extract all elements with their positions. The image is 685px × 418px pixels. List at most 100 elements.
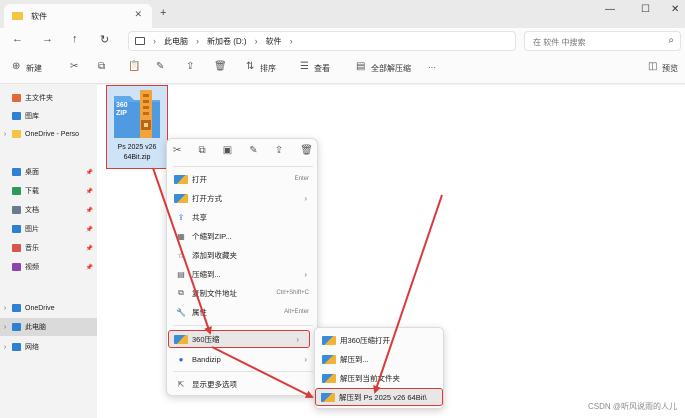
computer-icon xyxy=(135,37,145,45)
minimize-button[interactable]: — xyxy=(605,4,615,15)
tab-close-icon[interactable]: ✕ xyxy=(134,9,142,20)
chevron-right-icon[interactable]: › xyxy=(0,131,10,138)
close-window-button[interactable]: ✕ xyxy=(671,4,679,15)
chevron-right-icon[interactable]: › xyxy=(0,324,10,331)
menu-item-label: 用360压缩打开 xyxy=(340,335,391,345)
chevron-right-icon[interactable]: › xyxy=(0,344,10,351)
preview-button[interactable]: 预览 xyxy=(662,63,678,74)
cube-icon xyxy=(322,335,336,345)
refresh-button[interactable]: ↻ xyxy=(100,33,109,46)
paste-icon[interactable]: ▣ xyxy=(223,145,232,163)
menu-item-favorite[interactable]: ☆ 添加到收藏夹 xyxy=(169,246,317,264)
music-icon xyxy=(12,244,21,252)
extract-all-button[interactable]: 全部解压缩 xyxy=(371,63,411,74)
cut-icon[interactable]: ✂ xyxy=(70,61,78,72)
copy-icon[interactable]: ⧉ xyxy=(98,61,105,72)
menu-item-compress-zip[interactable]: ▦ 个缩到ZIP... xyxy=(169,227,317,245)
sort-button[interactable]: 排序 xyxy=(260,63,276,74)
submenu-item-extract-here[interactable]: 解压到当前文件夹 xyxy=(317,369,441,387)
share-icon[interactable]: ⇪ xyxy=(275,145,283,163)
more-button[interactable]: ··· xyxy=(428,63,436,72)
paste-icon[interactable]: 📋 xyxy=(128,61,140,72)
sidebar-item-downloads[interactable]: 下载 📌 xyxy=(0,182,97,200)
breadcrumb-software[interactable]: 软件 xyxy=(266,36,282,47)
sidebar-item-videos[interactable]: 视频 📌 xyxy=(0,258,97,276)
view-icon: ☰ xyxy=(300,61,309,72)
new-icon: ⊕ xyxy=(12,61,21,72)
rename-icon[interactable]: ✎ xyxy=(156,61,164,72)
menu-item-share[interactable]: ⇪ 共享 xyxy=(169,208,317,226)
chevron-right-icon[interactable]: › xyxy=(0,305,10,312)
sidebar-item-label: 图库 xyxy=(25,113,39,120)
menu-item-shortcut: Alt+Enter xyxy=(284,309,309,315)
search-input[interactable]: 在 软件 中搜索 ⌕ xyxy=(524,31,681,51)
rename-icon[interactable]: ✎ xyxy=(249,145,257,163)
menu-item-360-compress[interactable]: 360压缩 › xyxy=(168,330,310,348)
search-placeholder: 在 软件 中搜索 xyxy=(533,38,586,47)
maximize-button[interactable]: ☐ xyxy=(641,4,650,15)
menu-item-bandizip[interactable]: ● Bandizip › xyxy=(169,350,317,368)
network-icon xyxy=(12,343,21,351)
view-button[interactable]: 查看 xyxy=(314,63,330,74)
breadcrumb-this-pc[interactable]: 此电脑 xyxy=(164,36,188,47)
video-icon xyxy=(12,263,21,271)
chevron-right-icon: › xyxy=(304,269,307,279)
download-icon xyxy=(12,187,21,195)
more-options-icon: ⇱ xyxy=(177,379,185,389)
sidebar-item-gallery[interactable]: 图库 xyxy=(0,107,97,125)
watermark: CSDN @听风说雨的人儿 xyxy=(587,402,677,411)
menu-item-shortcut: Enter xyxy=(294,176,309,182)
sidebar-item-this-pc[interactable]: › 此电脑 xyxy=(0,318,97,336)
sidebar-item-pictures[interactable]: 图片 📌 xyxy=(0,220,97,238)
submenu-360-compress: 用360压缩打开 解压到... 解压到当前文件夹 解压到 Ps 2025 v26… xyxy=(314,327,444,409)
breadcrumb-separator: › xyxy=(196,36,199,46)
menu-item-open[interactable]: 打开 Enter xyxy=(169,170,317,188)
submenu-item-extract-to[interactable]: 解压到... xyxy=(317,350,441,368)
new-tab-button[interactable]: + xyxy=(160,7,166,19)
copy-icon[interactable]: ⧉ xyxy=(198,145,205,163)
sidebar-item-label: 音乐 xyxy=(25,245,39,252)
menu-item-label: 属性 xyxy=(192,307,207,317)
share-icon[interactable]: ⇪ xyxy=(186,61,194,72)
picture-icon xyxy=(12,225,21,233)
sidebar-item-home[interactable]: 主文件夹 xyxy=(0,89,97,107)
cut-icon[interactable]: ✂ xyxy=(173,145,181,163)
sidebar-item-documents[interactable]: 文档 📌 xyxy=(0,201,97,219)
menu-item-label: 360压缩 xyxy=(192,334,220,344)
menu-item-copy-path[interactable]: ⧉ 复制文件地址 Ctrl+Shift+C xyxy=(169,284,317,302)
menu-item-open-with[interactable]: 打开方式 › xyxy=(169,189,317,207)
copy-path-icon: ⧉ xyxy=(178,288,184,297)
sidebar-item-label: 视频 xyxy=(25,264,39,271)
command-bar: ⊕ 新建 ✂ ⧉ 📋 ✎ ⇪ 🗑 ⇅ 排序 ☰ 查看 ▤ 全部解压缩 ··· ◫… xyxy=(0,54,685,84)
tab-software[interactable]: 软件 ✕ xyxy=(4,4,152,28)
zip-icon: ▦ xyxy=(177,231,185,241)
menu-item-compress-to[interactable]: ▤ 压缩到... › xyxy=(169,265,317,283)
breadcrumb-drive-d[interactable]: 新加卷 (D:) xyxy=(207,36,247,47)
submenu-item-extract-to-folder[interactable]: 解压到 Ps 2025 v26 64Bit\ xyxy=(315,388,443,406)
back-button[interactable]: ← xyxy=(12,33,23,45)
menu-item-properties[interactable]: 🔧 属性 Alt+Enter xyxy=(169,303,317,321)
file-name-line-2: 64Bit.zip xyxy=(123,154,151,161)
chevron-right-icon: › xyxy=(296,334,299,344)
address-bar[interactable]: › 此电脑 › 新加卷 (D:) › 软件 › xyxy=(128,31,516,51)
menu-item-more-options[interactable]: ⇱ 显示更多选项 xyxy=(169,375,317,393)
sidebar-item-onedrive-personal[interactable]: › OneDrive - Perso xyxy=(0,125,97,143)
search-icon: ⌕ xyxy=(668,35,674,46)
pin-icon: 📌 xyxy=(85,207,93,214)
new-button[interactable]: 新建 xyxy=(26,63,42,74)
sidebar-item-network[interactable]: › 网络 xyxy=(0,338,97,356)
sidebar-item-label: 下载 xyxy=(25,188,39,195)
bandizip-icon: ● xyxy=(178,354,184,364)
sidebar-item-onedrive[interactable]: › OneDrive xyxy=(0,299,97,317)
menu-item-label: Bandizip xyxy=(192,354,221,364)
delete-icon[interactable]: 🗑 xyxy=(300,145,313,163)
submenu-item-open-with-360[interactable]: 用360压缩打开 xyxy=(317,331,441,349)
delete-icon[interactable]: 🗑 xyxy=(214,61,227,72)
forward-button[interactable]: → xyxy=(42,33,53,45)
cube-icon xyxy=(322,354,336,364)
up-button[interactable]: ↑ xyxy=(72,33,78,45)
sidebar-item-music[interactable]: 音乐 📌 xyxy=(0,239,97,257)
sidebar-item-desktop[interactable]: 桌面 📌 xyxy=(0,163,97,181)
document-icon xyxy=(12,206,21,214)
menu-item-label: 解压到 Ps 2025 v26 64Bit\ xyxy=(339,392,427,402)
